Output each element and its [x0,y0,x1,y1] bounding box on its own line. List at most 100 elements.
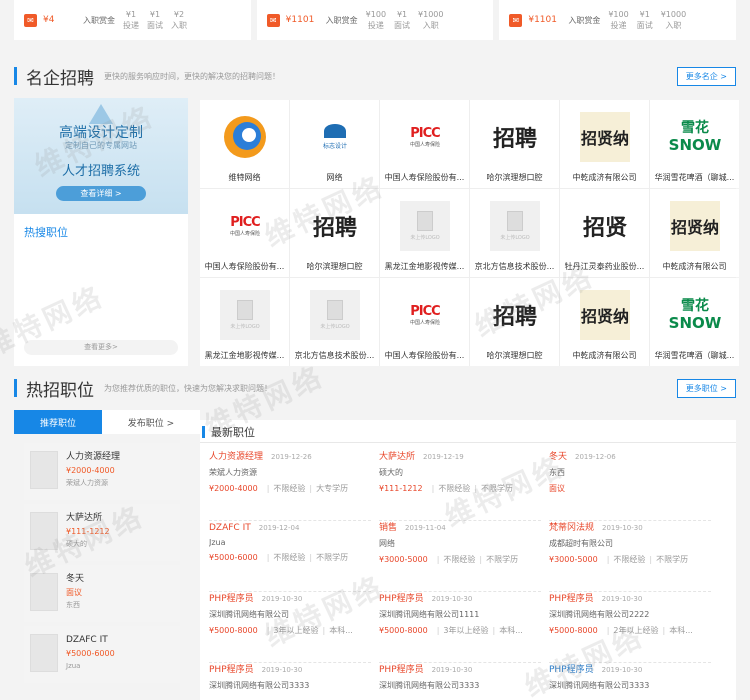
ad-detail-button[interactable]: 查看详细 > [56,186,146,201]
company-card[interactable]: 招聘 哈尔滨理想口腔 [470,278,559,366]
hot-job-item[interactable]: 冬天 面议 东西 [24,565,180,622]
company-name[interactable]: 京北方信息技术股份... [472,261,557,272]
job-company[interactable]: 成都超时有限公司 [549,538,711,549]
company-name[interactable]: 中国人寿保险股份有... [382,172,467,183]
company-logo[interactable]: 标志设计 [310,112,360,162]
job-listing[interactable]: 销售 2019-11-04 网络 ¥3000-5000 | 不限经验 | 不限学历 [379,521,541,592]
job-title-link[interactable]: PHP程序员 [209,665,254,675]
company-logo[interactable]: PICC 中国人寿保险 [400,290,450,340]
job-listing[interactable]: PHP程序员 2019-10-30 深圳腾讯网络有限公司3333 [209,663,371,700]
job-listing[interactable]: PHP程序员 2019-10-30 深圳腾讯网络有限公司 ¥5000-8000 | 3年以… [209,592,371,663]
company-card[interactable]: 招聘 哈尔滨理想口腔 [470,100,559,188]
company-name[interactable]: 中乾成济有限公司 [562,172,647,183]
hot-job-item[interactable]: DZAFC IT ¥5000-6000 Jzua [24,626,180,683]
job-listing[interactable]: 人力资源经理 2019-12-26 荣斌人力资源 ¥2000-4000 | 不限经验 | 大专… [209,450,371,521]
company-logo[interactable]: PICC 中国人寿保险 [220,201,270,251]
company-logo[interactable]: 招贤 [580,201,630,251]
job-listing[interactable]: 大萨达所 2019-12-19 硕大的 ¥111-1212 | 不限经验 | 不限学历 [379,450,541,521]
company-card[interactable]: 未上传LOGO 京北方信息技术股份... [470,189,559,277]
job-title-link[interactable]: PHP程序员 [379,594,424,604]
job-company[interactable]: 荣斌人力资源 [209,467,371,478]
job-company[interactable]: 深圳腾讯网络有限公司3333 [549,680,711,691]
job-listing[interactable]: PHP程序员 2019-10-30 深圳腾讯网络有限公司3333 [379,663,541,700]
company-card[interactable]: 未上传LOGO 黑龙江金地影视传媒... [200,278,289,366]
company-logo[interactable] [220,112,270,162]
more-jobs-button[interactable]: 更多职位 > [676,378,736,398]
hot-job-title[interactable]: 大萨达所 [66,512,110,525]
company-logo[interactable]: 招贤纳 [580,112,630,162]
company-logo[interactable]: 招聘 [490,290,540,340]
company-card[interactable]: 未上传LOGO 黑龙江金地影视传媒... [380,189,469,277]
job-listing[interactable]: PHP程序员 2019-10-30 深圳腾讯网络有限公司2222 ¥5000-8000… [549,592,711,663]
company-name[interactable]: 京北方信息技术股份... [292,350,377,361]
company-card[interactable]: PICC 中国人寿保险中国人寿保险股份有... [200,189,289,277]
hot-job-title[interactable]: 冬天 [66,573,84,586]
company-card[interactable]: 标志设计 网络 [290,100,379,188]
job-title-link[interactable]: 销售 [379,523,397,533]
company-name[interactable]: 哈尔滨理想口腔 [292,261,377,272]
company-name[interactable]: 哈尔滨理想口腔 [472,350,557,361]
company-logo[interactable]: 未上传LOGO [400,201,450,251]
bounty-card[interactable]: ✉ ¥1101 入职赏金 ¥100 投递 ¥1 面试 ¥1000 入职 [499,0,737,40]
company-card[interactable]: 招聘 哈尔滨理想口腔 [290,189,379,277]
job-title-link[interactable]: 冬天 [549,452,567,462]
more-companies-button[interactable]: 更多名企 > [676,66,736,86]
job-title-link[interactable]: 人力资源经理 [209,452,263,462]
hot-job-title[interactable]: 人力资源经理 [66,451,120,464]
hot-search-label[interactable]: 热搜职位 [24,224,68,240]
job-title-link[interactable]: 大萨达所 [379,452,415,462]
job-title-link[interactable]: 梵蒂冈法规 [549,523,594,533]
job-listing[interactable]: PHP程序员 2019-10-30 深圳腾讯网络有限公司1111 ¥5000-8000… [379,592,541,663]
company-card[interactable]: 招贤纳 中乾成济有限公司 [560,278,649,366]
job-company[interactable]: 深圳腾讯网络有限公司1111 [379,609,541,620]
company-logo[interactable]: 招贤纳 [670,201,720,251]
job-title-link[interactable]: PHP程序员 [379,665,424,675]
company-logo[interactable]: 未上传LOGO [490,201,540,251]
company-logo[interactable]: 雪花 SNOW [669,112,722,162]
company-logo[interactable]: 雪花 SNOW [669,290,722,340]
company-name[interactable]: 华润雪花啤酒（聊城... [652,172,737,183]
company-card[interactable]: 招贤纳 中乾成济有限公司 [650,189,739,277]
tab-recommended-jobs[interactable]: 推荐职位 [14,410,102,434]
company-name[interactable]: 中乾成济有限公司 [562,350,647,361]
job-company[interactable]: 深圳腾讯网络有限公司2222 [549,609,711,620]
company-name[interactable]: 中国人寿保险股份有... [202,261,287,272]
ad-banner[interactable]: 高端设计定制 定制自己的专属网站 人才招聘系统 查看详细 > [14,98,188,214]
job-company[interactable]: 硕大的 [379,467,541,478]
company-name[interactable]: 网络 [292,172,377,183]
job-company[interactable]: 东西 [549,467,711,478]
job-company[interactable]: Jzua [209,538,371,547]
hot-job-title[interactable]: DZAFC IT [66,634,115,647]
hot-job-item[interactable]: 大萨达所 ¥111-1212 硕大的 [24,504,180,561]
company-name[interactable]: 牡丹江灵泰药业股份... [562,261,647,272]
job-title-link[interactable]: PHP程序员 [209,594,254,604]
bounty-card[interactable]: ✉ ¥4 入职赏金 ¥1 投递 ¥1 面试 ¥2 入职 [14,0,251,40]
tab-post-job[interactable]: 发布职位 > [102,410,200,434]
hot-job-item[interactable]: 人力资源经理 ¥2000-4000 荣斌人力资源 [24,443,180,500]
company-card[interactable]: 招贤牡丹江灵泰药业股份... [560,189,649,277]
company-logo[interactable]: 未上传LOGO [220,290,270,340]
job-company[interactable]: 深圳腾讯网络有限公司 [209,609,371,620]
company-card[interactable]: 雪花 SNOW 华润雪花啤酒（聊城... [650,100,739,188]
company-logo[interactable]: PICC 中国人寿保险 [400,112,450,162]
job-company[interactable]: 深圳腾讯网络有限公司3333 [209,680,371,691]
company-name[interactable]: 维特网络 [202,172,287,183]
company-logo[interactable]: 招聘 [490,112,540,162]
job-company[interactable]: 网络 [379,538,541,549]
job-listing[interactable]: DZAFC IT 2019-12-04 Jzua ¥5000-6000 | 不限经验 | 不限… [209,521,371,592]
company-name[interactable]: 中国人寿保险股份有... [382,350,467,361]
company-logo[interactable]: 未上传LOGO [310,290,360,340]
company-name[interactable]: 哈尔滨理想口腔 [472,172,557,183]
company-name[interactable]: 黑龙江金地影视传媒... [202,350,287,361]
job-company[interactable]: 深圳腾讯网络有限公司3333 [379,680,541,691]
job-title-link[interactable]: PHP程序员 [549,665,594,675]
job-listing[interactable]: 梵蒂冈法规 2019-10-30 成都超时有限公司 ¥3000-5000 | 不限经验 | 不… [549,521,711,592]
company-card[interactable]: 招贤纳中乾成济有限公司 [560,100,649,188]
company-name[interactable]: 华润雪花啤酒（聊城... [652,350,737,361]
company-card[interactable]: PICC 中国人寿保险中国人寿保险股份有... [380,100,469,188]
job-title-link[interactable]: PHP程序员 [549,594,594,604]
company-card[interactable]: 未上传LOGO 京北方信息技术股份... [290,278,379,366]
job-title-link[interactable]: DZAFC IT [209,523,251,533]
bounty-card[interactable]: ✉ ¥1101 入职赏金 ¥100 投递 ¥1 面试 ¥1000 入职 [256,0,494,40]
company-card[interactable]: 雪花 SNOW 华润雪花啤酒（聊城... [650,278,739,366]
